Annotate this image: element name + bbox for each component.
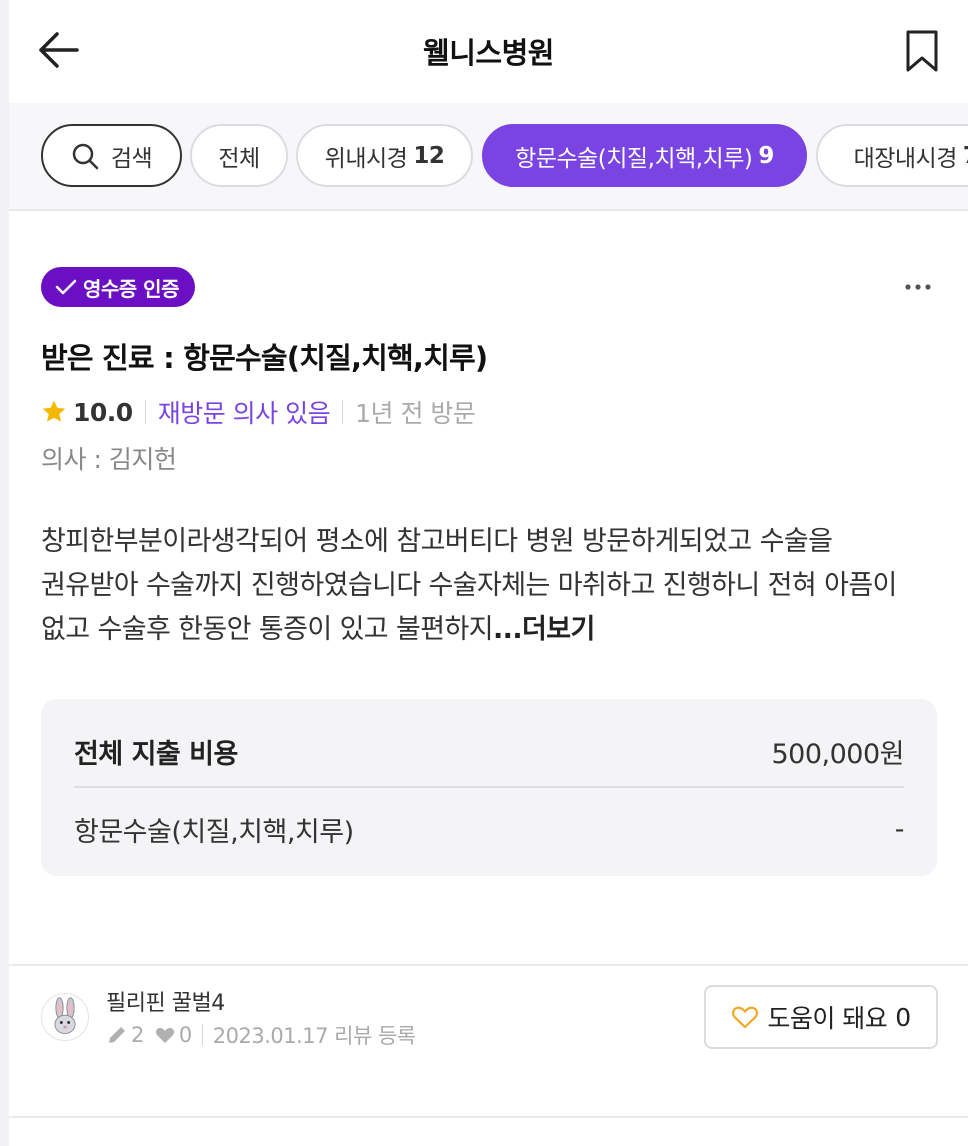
chip-all[interactable]: 전체 [190, 124, 288, 187]
chip-count: 12 [413, 142, 445, 169]
cost-total-value: 500,000원 [771, 738, 905, 770]
chip-label: 위내시경 [324, 145, 408, 172]
chip-colonoscopy[interactable]: 대장내시경 7 [816, 124, 968, 187]
review-body: 창피한부분이라생각되어 평소에 참고버티다 병원 방문하게되었고 수술을 권유받… [41, 520, 936, 652]
helpful-label: 도움이 돼요 [767, 1004, 888, 1033]
avatar[interactable] [41, 993, 89, 1041]
cost-summary: 전체 지출 비용 500,000원 항문수술(치질,치핵,치루) - [41, 699, 937, 876]
more-options-button[interactable] [900, 272, 936, 302]
post-count: 2 [106, 1023, 144, 1047]
cost-item-label: 항문수술(치질,치핵,치루) [74, 816, 354, 848]
rabbit-avatar-icon [54, 997, 76, 1034]
chip-label: 대장내시경 [853, 145, 958, 172]
more-dots-icon [905, 284, 931, 290]
search-chip-label: 검색 [110, 145, 153, 172]
treatment-prefix: 받은 진료 : [41, 341, 175, 375]
bookmark-icon [906, 30, 938, 72]
treatment-name: 항문수술(치질,치핵,치루) [183, 341, 488, 375]
meta-divider [144, 400, 146, 424]
badge-label: 영수증 인증 [83, 276, 179, 301]
like-count: 0 [154, 1023, 192, 1047]
heart-icon [155, 1027, 174, 1043]
reviewer-name[interactable]: 필리핀 꿀벌4 [106, 985, 225, 1017]
chip-label: 전체 [218, 145, 260, 172]
cost-total-row: 전체 지출 비용 500,000원 [74, 729, 904, 773]
rating-value: 10.0 [73, 397, 133, 427]
treatment-title: 받은 진료 : 항문수술(치질,치핵,치루) [41, 335, 488, 377]
header: 웰니스병원 [9, 0, 968, 103]
search-icon [72, 143, 99, 169]
page-title: 웰니스병원 [423, 36, 554, 70]
section-divider [9, 964, 968, 966]
section-divider [9, 1116, 968, 1118]
cost-item-row: 항문수술(치질,치핵,치루) - [74, 807, 905, 851]
heart-outline-icon [732, 1006, 759, 1029]
chip-count: 7 [963, 143, 968, 169]
read-more-link[interactable]: ...더보기 [493, 614, 595, 645]
star-icon [42, 400, 66, 422]
receipt-verified-badge: 영수증 인증 [41, 267, 195, 307]
check-icon [55, 279, 77, 295]
meta-divider [201, 1024, 203, 1046]
revisit-intent: 재방문 의사 있음 [157, 399, 331, 428]
filter-bar: 검색 전체 위내시경 12 항문수술(치질,치핵,치루) 9 대장내시경 7 [9, 103, 968, 211]
pencil-icon [109, 1027, 125, 1043]
like-count-value: 0 [178, 1023, 192, 1047]
chip-gastroscopy[interactable]: 위내시경 12 [296, 124, 473, 187]
review-meta: 10.0 재방문 의사 있음 1년 전 방문 [41, 394, 476, 430]
review-date: 2023.01.17 리뷰 등록 [212, 1024, 416, 1048]
cost-total-label: 전체 지출 비용 [74, 738, 238, 770]
helpful-button[interactable]: 도움이 돼요 0 [704, 985, 938, 1049]
bookmark-button[interactable] [902, 28, 942, 74]
chip-anal-surgery[interactable]: 항문수술(치질,치핵,치루) 9 [482, 124, 807, 187]
left-edge-strip [0, 0, 9, 1146]
cost-item-value: - [894, 813, 905, 845]
search-chip[interactable]: 검색 [41, 124, 182, 187]
chip-count: 9 [758, 142, 774, 169]
visit-time: 1년 전 방문 [355, 399, 476, 428]
meta-divider [342, 400, 344, 424]
reviewer-stats: 2 0 2023.01.17 리뷰 등록 [106, 1020, 416, 1050]
post-count-value: 2 [131, 1023, 144, 1047]
review-body-text: 창피한부분이라생각되어 평소에 참고버티다 병원 방문하게되었고 수술을 권유받… [41, 526, 897, 645]
helpful-count: 0 [895, 1002, 911, 1032]
doctor-name: 의사 : 김지헌 [41, 445, 177, 474]
cost-divider [74, 786, 904, 788]
chip-label: 항문수술(치질,치핵,치루) [515, 145, 753, 172]
